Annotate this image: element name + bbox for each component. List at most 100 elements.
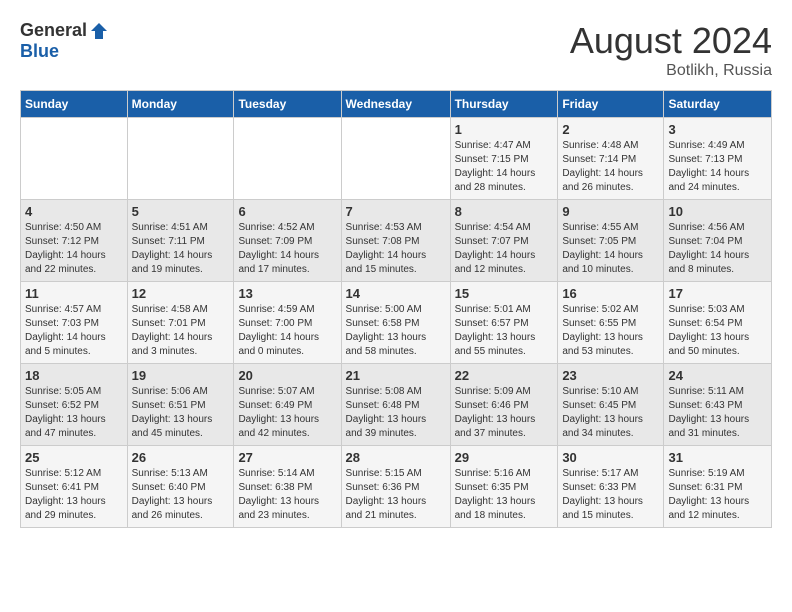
day-info: Sunrise: 5:12 AM Sunset: 6:41 PM Dayligh… — [25, 467, 123, 523]
day-number: 26 — [132, 450, 230, 465]
day-cell: 1 Sunrise: 4:47 AM Sunset: 7:15 PM Daylig… — [450, 118, 558, 200]
day-number: 7 — [346, 204, 446, 219]
day-info: Sunrise: 4:50 AM Sunset: 7:12 PM Dayligh… — [25, 221, 123, 277]
day-number: 20 — [238, 368, 336, 383]
day-info: Sunrise: 4:57 AM Sunset: 7:03 PM Dayligh… — [25, 303, 123, 359]
day-cell: 27Sunrise: 5:14 AM Sunset: 6:38 PM Dayli… — [234, 446, 341, 528]
day-info: Sunrise: 4:56 AM Sunset: 7:04 PM Dayligh… — [668, 221, 767, 277]
day-number: 1 — [455, 122, 554, 137]
day-number: 19 — [132, 368, 230, 383]
page-header: General Blue August 2024 Botlikh, Russia — [20, 20, 772, 80]
day-info: Sunrise: 4:58 AM Sunset: 7:01 PM Dayligh… — [132, 303, 230, 359]
day-info: Sunrise: 4:49 AM Sunset: 7:13 PM Dayligh… — [668, 139, 767, 195]
day-cell: 6 Sunrise: 4:52 AM Sunset: 7:09 PM Daylig… — [234, 200, 341, 282]
logo-general-text: General — [20, 20, 87, 41]
day-cell: 26 Sunrise: 5:13 AM Sunset: 6:40 PM Dayli… — [127, 446, 234, 528]
day-info: Sunrise: 5:10 AM Sunset: 6:45 PM Dayligh… — [562, 385, 659, 441]
calendar-table: SundayMondayTuesdayWednesdayThursdayFrid… — [20, 90, 772, 528]
day-number: 31 — [668, 450, 767, 465]
day-info: Sunrise: 5:09 AM Sunset: 6:46 PM Dayligh… — [455, 385, 554, 441]
day-info: Sunrise: 5:02 AM Sunset: 6:55 PM Dayligh… — [562, 303, 659, 359]
day-cell: 21Sunrise: 5:08 AM Sunset: 6:48 PM Dayli… — [341, 364, 450, 446]
day-cell: 14 Sunrise: 5:00 AM Sunset: 6:58 PM Dayli… — [341, 282, 450, 364]
day-info: Sunrise: 5:03 AM Sunset: 6:54 PM Dayligh… — [668, 303, 767, 359]
header-row: SundayMondayTuesdayWednesdayThursdayFrid… — [21, 91, 772, 118]
header-thursday: Thursday — [450, 91, 558, 118]
day-cell: 12 Sunrise: 4:58 AM Sunset: 7:01 PM Dayli… — [127, 282, 234, 364]
day-info: Sunrise: 5:17 AM Sunset: 6:33 PM Dayligh… — [562, 467, 659, 523]
day-cell: 22 Sunrise: 5:09 AM Sunset: 6:46 PM Dayli… — [450, 364, 558, 446]
day-cell: 10 Sunrise: 4:56 AM Sunset: 7:04 PM Dayli… — [664, 200, 772, 282]
day-info: Sunrise: 5:15 AM Sunset: 6:36 PM Dayligh… — [346, 467, 446, 523]
logo-icon — [89, 21, 109, 41]
day-number: 6 — [238, 204, 336, 219]
day-cell — [234, 118, 341, 200]
day-info: Sunrise: 5:06 AM Sunset: 6:51 PM Dayligh… — [132, 385, 230, 441]
day-number: 16 — [562, 286, 659, 301]
day-info: Sunrise: 4:47 AM Sunset: 7:15 PM Dayligh… — [455, 139, 554, 195]
day-number: 2 — [562, 122, 659, 137]
day-number: 5 — [132, 204, 230, 219]
week-row-2: 4 Sunrise: 4:50 AM Sunset: 7:12 PM Daylig… — [21, 200, 772, 282]
day-cell: 4 Sunrise: 4:50 AM Sunset: 7:12 PM Daylig… — [21, 200, 128, 282]
day-number: 29 — [455, 450, 554, 465]
day-cell: 8 Sunrise: 4:54 AM Sunset: 7:07 PM Daylig… — [450, 200, 558, 282]
day-info: Sunrise: 5:13 AM Sunset: 6:40 PM Dayligh… — [132, 467, 230, 523]
day-cell: 31 Sunrise: 5:19 AM Sunset: 6:31 PM Dayli… — [664, 446, 772, 528]
day-cell: 24 Sunrise: 5:11 AM Sunset: 6:43 PM Dayli… — [664, 364, 772, 446]
day-info: Sunrise: 5:11 AM Sunset: 6:43 PM Dayligh… — [668, 385, 767, 441]
day-number: 22 — [455, 368, 554, 383]
day-number: 24 — [668, 368, 767, 383]
day-info: Sunrise: 5:05 AM Sunset: 6:52 PM Dayligh… — [25, 385, 123, 441]
header-wednesday: Wednesday — [341, 91, 450, 118]
day-info: Sunrise: 4:48 AM Sunset: 7:14 PM Dayligh… — [562, 139, 659, 195]
day-number: 14 — [346, 286, 446, 301]
day-number: 17 — [668, 286, 767, 301]
day-number: 21 — [346, 368, 446, 383]
day-info: Sunrise: 4:53 AM Sunset: 7:08 PM Dayligh… — [346, 221, 446, 277]
calendar-header: SundayMondayTuesdayWednesdayThursdayFrid… — [21, 91, 772, 118]
day-info: Sunrise: 5:16 AM Sunset: 6:35 PM Dayligh… — [455, 467, 554, 523]
day-cell: 13Sunrise: 4:59 AM Sunset: 7:00 PM Dayli… — [234, 282, 341, 364]
calendar-body: 1 Sunrise: 4:47 AM Sunset: 7:15 PM Daylig… — [21, 118, 772, 528]
header-saturday: Saturday — [664, 91, 772, 118]
day-info: Sunrise: 4:55 AM Sunset: 7:05 PM Dayligh… — [562, 221, 659, 277]
day-cell: 11Sunrise: 4:57 AM Sunset: 7:03 PM Dayli… — [21, 282, 128, 364]
day-cell: 23 Sunrise: 5:10 AM Sunset: 6:45 PM Dayli… — [558, 364, 664, 446]
day-cell: 18 Sunrise: 5:05 AM Sunset: 6:52 PM Dayli… — [21, 364, 128, 446]
day-number: 15 — [455, 286, 554, 301]
day-info: Sunrise: 5:07 AM Sunset: 6:49 PM Dayligh… — [238, 385, 336, 441]
day-cell: 28 Sunrise: 5:15 AM Sunset: 6:36 PM Dayli… — [341, 446, 450, 528]
day-cell: 5Sunrise: 4:51 AM Sunset: 7:11 PM Daylig… — [127, 200, 234, 282]
day-cell: 17 Sunrise: 5:03 AM Sunset: 6:54 PM Dayli… — [664, 282, 772, 364]
day-cell: 30Sunrise: 5:17 AM Sunset: 6:33 PM Dayli… — [558, 446, 664, 528]
day-cell: 3 Sunrise: 4:49 AM Sunset: 7:13 PM Daylig… — [664, 118, 772, 200]
day-info: Sunrise: 4:54 AM Sunset: 7:07 PM Dayligh… — [455, 221, 554, 277]
week-row-4: 18 Sunrise: 5:05 AM Sunset: 6:52 PM Dayli… — [21, 364, 772, 446]
week-row-3: 11Sunrise: 4:57 AM Sunset: 7:03 PM Dayli… — [21, 282, 772, 364]
day-number: 23 — [562, 368, 659, 383]
day-info: Sunrise: 5:01 AM Sunset: 6:57 PM Dayligh… — [455, 303, 554, 359]
header-monday: Monday — [127, 91, 234, 118]
day-number: 8 — [455, 204, 554, 219]
day-number: 10 — [668, 204, 767, 219]
day-info: Sunrise: 5:19 AM Sunset: 6:31 PM Dayligh… — [668, 467, 767, 523]
day-number: 25 — [25, 450, 123, 465]
month-year-title: August 2024 — [570, 20, 772, 62]
title-section: August 2024 Botlikh, Russia — [570, 20, 772, 80]
header-tuesday: Tuesday — [234, 91, 341, 118]
day-number: 3 — [668, 122, 767, 137]
day-cell: 25 Sunrise: 5:12 AM Sunset: 6:41 PM Dayli… — [21, 446, 128, 528]
logo: General Blue — [20, 20, 109, 62]
day-cell: 2 Sunrise: 4:48 AM Sunset: 7:14 PM Daylig… — [558, 118, 664, 200]
day-number: 9 — [562, 204, 659, 219]
day-number: 28 — [346, 450, 446, 465]
day-info: Sunrise: 5:00 AM Sunset: 6:58 PM Dayligh… — [346, 303, 446, 359]
day-number: 12 — [132, 286, 230, 301]
day-number: 18 — [25, 368, 123, 383]
day-number: 4 — [25, 204, 123, 219]
day-cell — [127, 118, 234, 200]
day-cell: 16 Sunrise: 5:02 AM Sunset: 6:55 PM Dayli… — [558, 282, 664, 364]
day-info: Sunrise: 4:52 AM Sunset: 7:09 PM Dayligh… — [238, 221, 336, 277]
header-sunday: Sunday — [21, 91, 128, 118]
